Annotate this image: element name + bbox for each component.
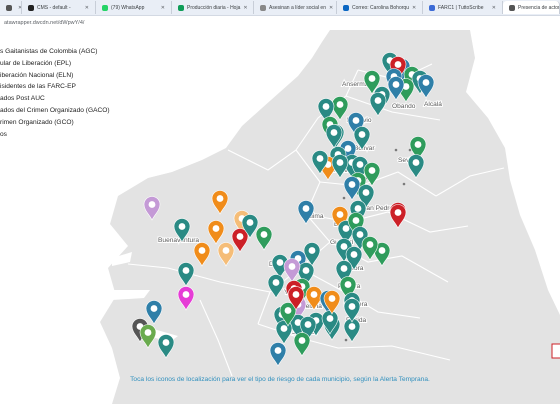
map-control-button[interactable] bbox=[551, 343, 560, 359]
legend-item: rimen Organizado (GCO) bbox=[0, 118, 74, 126]
browser-tab[interactable]: FARC1 | TuttoScribe ✕ bbox=[423, 1, 503, 14]
document-icon bbox=[6, 4, 12, 11]
browser-tab[interactable]: Presencia de actores bbox=[503, 1, 560, 14]
place-label: Alcalá bbox=[424, 101, 442, 108]
place-label: Buenaventura bbox=[158, 237, 199, 244]
town-dot bbox=[344, 338, 348, 342]
town-dot bbox=[402, 182, 406, 186]
close-tab-icon[interactable]: ✕ bbox=[161, 5, 165, 11]
browser-tab-label: Asesinan a líder social en bbox=[269, 4, 326, 11]
close-tab-icon[interactable]: ✕ bbox=[492, 5, 496, 11]
browser-tab-bar: ✕ CMS - default - ✕ (79) WhatsApp ✕ Producció… bbox=[0, 0, 560, 16]
browser-tab-label: CMS - default - bbox=[37, 4, 71, 11]
document-icon bbox=[509, 4, 515, 11]
browser-tab[interactable]: (79) WhatsApp ✕ bbox=[96, 1, 172, 14]
legend-item: ados Post AUC bbox=[0, 95, 45, 103]
browser-tab-label: (79) WhatsApp bbox=[111, 4, 145, 11]
legend-item: s Gaitanistas de Colombia (AGC) bbox=[0, 48, 98, 55]
browser-tab[interactable]: Asesinan a líder social en ✕ bbox=[254, 1, 337, 14]
close-tab-icon[interactable]: ✕ bbox=[243, 5, 247, 11]
doc-icon bbox=[429, 4, 435, 11]
legend-item: isidentes de las FARC-EP bbox=[0, 83, 76, 91]
close-tab-icon[interactable]: ✕ bbox=[412, 5, 416, 11]
browser-tab-label: Producción diaria - Hoja bbox=[187, 4, 241, 11]
place-label: Obando bbox=[392, 103, 416, 110]
town-dot bbox=[342, 196, 346, 200]
legend: s Gaitanistas de Colombia (AGC) ular de L… bbox=[0, 46, 110, 140]
legend-item: os bbox=[0, 130, 7, 138]
whatsapp-icon bbox=[102, 4, 108, 11]
address-bar[interactable]: atawrapper.dwcdn.net/dWpwY/4/ bbox=[0, 16, 560, 30]
browser-tab[interactable]: Correo: Carolina Bohorqu ✕ bbox=[337, 1, 423, 14]
cms-icon bbox=[28, 4, 34, 11]
close-tab-icon[interactable]: ✕ bbox=[85, 5, 89, 11]
browser-tab-label: Presencia de actores bbox=[518, 4, 560, 11]
browser-tab[interactable]: ✕ bbox=[0, 1, 22, 14]
browser-tab-label: Correo: Carolina Bohorqu bbox=[352, 4, 409, 11]
close-tab-icon[interactable]: ✕ bbox=[329, 5, 333, 11]
news-icon bbox=[260, 4, 266, 11]
browser-tab-label: FARC1 | TuttoScribe bbox=[438, 4, 484, 11]
sheets-icon bbox=[178, 4, 184, 11]
browser-tab[interactable]: Producción diaria - Hoja ✕ bbox=[172, 1, 254, 14]
legend-item: ados del Crimen Organizado (GACO) bbox=[0, 106, 110, 114]
map-caption: Toca los iconos de localización para ver… bbox=[130, 376, 430, 383]
town-dot bbox=[408, 148, 412, 152]
town-dot bbox=[394, 148, 398, 152]
legend-item: iberación Nacional (ELN) bbox=[0, 71, 74, 79]
browser-tab[interactable]: CMS - default - ✕ bbox=[22, 1, 96, 14]
url-text[interactable]: atawrapper.dwcdn.net/dWpwY/4/ bbox=[4, 20, 84, 26]
legend-item: ular de Liberación (EPL) bbox=[0, 59, 72, 67]
mail-icon bbox=[343, 4, 349, 11]
